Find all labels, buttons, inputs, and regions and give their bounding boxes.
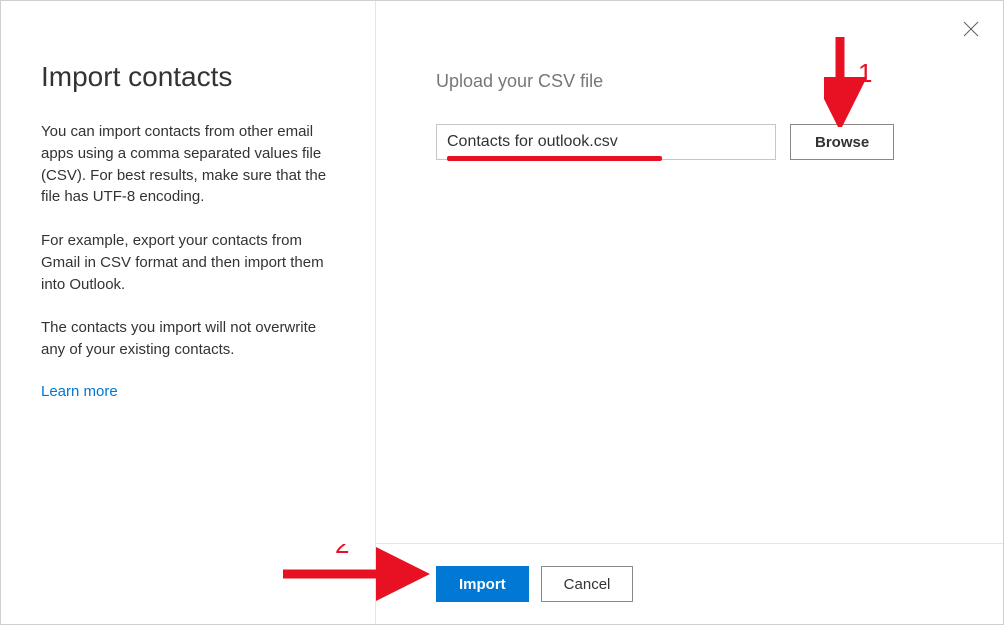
import-button[interactable]: Import — [436, 566, 529, 602]
dialog-footer: Import Cancel — [376, 543, 1003, 624]
learn-more-link[interactable]: Learn more — [41, 383, 118, 400]
main-panel: Upload your CSV file Browse Import Cance… — [376, 1, 1003, 624]
file-row: Browse — [436, 124, 943, 160]
file-path-input[interactable] — [436, 124, 776, 160]
close-icon — [963, 21, 979, 37]
close-button[interactable] — [959, 17, 983, 41]
cancel-button[interactable]: Cancel — [541, 566, 634, 602]
description-para-3: The contacts you import will not overwri… — [41, 317, 335, 361]
main-content: Upload your CSV file Browse — [376, 1, 1003, 543]
description-para-1: You can import contacts from other email… — [41, 121, 335, 208]
import-contacts-dialog: Import contacts You can import contacts … — [0, 0, 1004, 625]
sidebar: Import contacts You can import contacts … — [1, 1, 376, 624]
dialog-title: Import contacts — [41, 61, 335, 93]
browse-button[interactable]: Browse — [790, 124, 894, 160]
upload-label: Upload your CSV file — [436, 71, 943, 92]
description-para-2: For example, export your contacts from G… — [41, 230, 335, 295]
